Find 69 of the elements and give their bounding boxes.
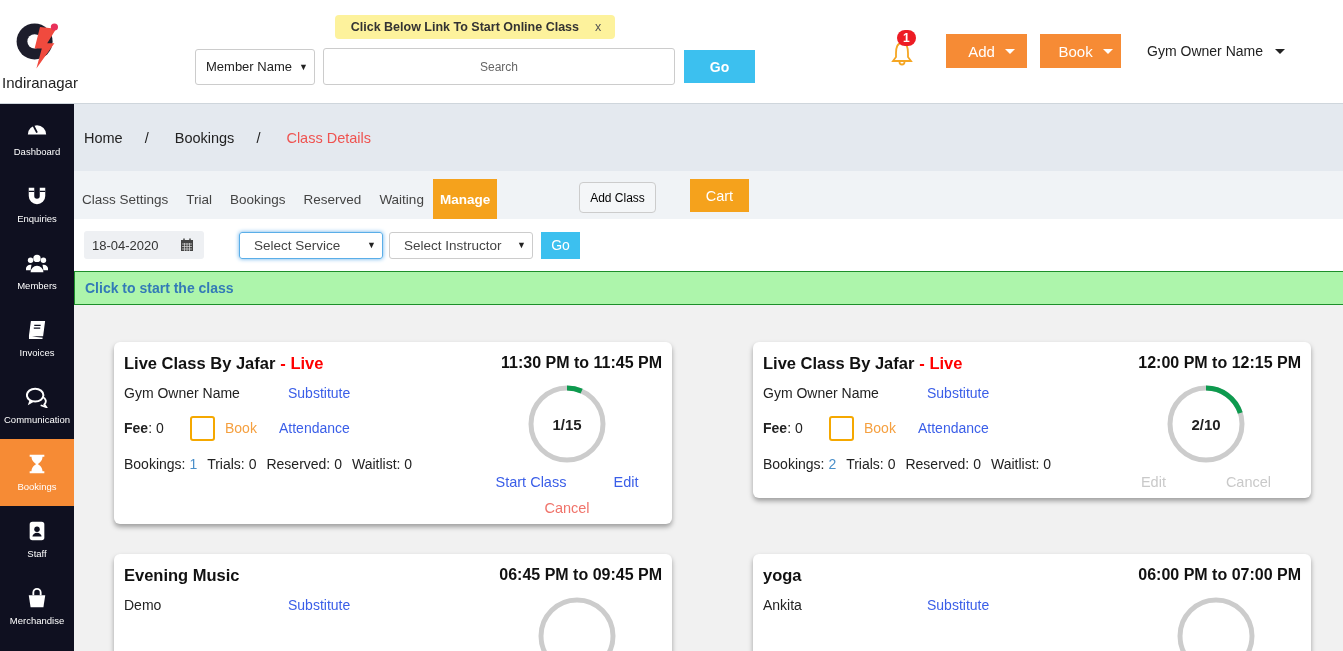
breadcrumb-link[interactable]: Home <box>84 129 123 146</box>
substitute-link[interactable]: Substitute <box>927 385 990 401</box>
stat-text: Waitlist: 0 <box>990 456 1052 472</box>
date-field[interactable]: 18-04-2020 <box>84 231 204 259</box>
class-time: 11:30 PM to 11:45 PM <box>501 354 662 373</box>
tab[interactable]: Trial <box>177 179 222 219</box>
sidebar-item[interactable]: Invoices <box>0 305 74 372</box>
notification-badge: 1 <box>897 30 916 46</box>
class-time: 12:00 PM to 12:15 PM <box>1138 354 1301 373</box>
tab[interactable]: Bookings <box>221 179 295 219</box>
start-class-banner[interactable]: Click to start the class <box>74 271 1343 305</box>
stat-text: Reserved: 0 <box>266 456 342 472</box>
instructor-name: Ankita <box>763 597 803 613</box>
breadcrumb-link[interactable]: Bookings <box>174 129 235 146</box>
magnet-icon <box>26 185 48 207</box>
tab[interactable]: Reserved <box>294 179 371 219</box>
stat-text: Trials: 0 <box>846 456 896 472</box>
sidebar-item[interactable]: Members <box>0 238 74 305</box>
sidebar-item[interactable]: Dashboard <box>0 104 74 171</box>
attendance-link[interactable]: Attendance <box>918 420 989 436</box>
member-filter-select[interactable]: Member Name ▼ <box>195 48 315 85</box>
substitute-link[interactable]: Substitute <box>288 385 351 401</box>
notice-text: Click Below Link To Start Online Class <box>350 20 579 34</box>
user-menu[interactable]: Gym Owner Name <box>1141 42 1291 60</box>
stat-text: Trials: 0 <box>207 456 257 472</box>
capacity-count: 1/15 <box>552 415 582 433</box>
class-time: 06:45 PM to 09:45 PM <box>499 566 662 585</box>
class-title: Live Class By Jafar - Live <box>124 354 325 374</box>
instructor-name: Demo <box>124 597 163 613</box>
breadcrumb-separator: / <box>256 129 261 146</box>
bag-icon <box>26 587 48 609</box>
class-title: Evening Music <box>124 566 241 586</box>
class-title: Live Class By Jafar - Live <box>763 354 964 374</box>
substitute-link[interactable]: Substitute <box>927 597 990 613</box>
attendance-link[interactable]: Attendance <box>279 420 350 436</box>
search-field[interactable]: Search <box>323 48 675 85</box>
fee-text: Fee: 0 <box>124 420 165 436</box>
location-name: Indiranagar <box>2 74 78 91</box>
stat-text: Reserved: 0 <box>905 456 981 472</box>
fee-text: Fee: 0 <box>763 420 804 436</box>
book-checkbox[interactable] <box>190 415 215 441</box>
breadcrumb-current: Class Details <box>286 129 371 146</box>
close-button[interactable]: x <box>595 20 602 34</box>
sidebar-item[interactable]: Communication <box>0 372 74 439</box>
sidebar-item[interactable]: Merchandise <box>0 573 74 640</box>
stat-text: Bookings: 1 <box>124 456 198 472</box>
tab[interactable]: Waiting <box>370 179 433 219</box>
chat-icon <box>26 386 48 408</box>
add-class-button[interactable]: Add Class <box>579 182 656 213</box>
stat-text: Bookings: 2 <box>763 456 837 472</box>
select-field[interactable]: Select Service ▼ <box>239 231 383 259</box>
users-icon <box>26 252 48 274</box>
breadcrumb-separator: / <box>144 129 149 146</box>
stat-text: Waitlist: 0 <box>351 456 413 472</box>
edit-link[interactable]: Edit <box>613 474 639 490</box>
book-checkbox[interactable] <box>829 415 854 441</box>
sidebar-item[interactable]: Enquiries <box>0 171 74 238</box>
class-time: 06:00 PM to 07:00 PM <box>1138 566 1301 585</box>
substitute-link[interactable]: Substitute <box>288 597 351 613</box>
instructor-name: Gym Owner Name <box>763 385 880 401</box>
tab[interactable]: Class Settings <box>74 179 178 219</box>
calendar-icon <box>180 238 194 252</box>
instructor-name: Gym Owner Name <box>124 385 241 401</box>
capacity-count: 2/10 <box>1191 415 1221 433</box>
class-title: yoga <box>763 566 803 586</box>
sidebar-item[interactable]: Staff <box>0 506 74 573</box>
select-field[interactable]: Select Instructor ▼ <box>389 231 533 259</box>
start-link[interactable]: Start Class <box>495 474 567 490</box>
book-icon <box>26 319 48 341</box>
